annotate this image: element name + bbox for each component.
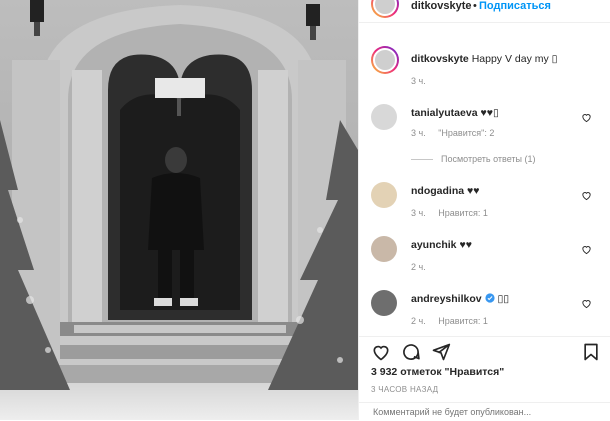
likes-count[interactable]: 3 932 отметок "Нравится" [371, 366, 504, 378]
add-comment-bar [359, 402, 610, 421]
post-header: ditkovskyte • Подписаться [359, 0, 610, 23]
heart-icon[interactable] [581, 190, 592, 201]
post-photo[interactable] [0, 0, 358, 420]
comment-avatar[interactable] [371, 236, 397, 262]
comment-text: ♥♥ [459, 239, 472, 251]
comment-time[interactable]: 2 ч. [411, 262, 426, 272]
posted-time[interactable]: 3 ЧАСОВ НАЗАД [371, 385, 438, 394]
separator-dot: • [473, 0, 477, 12]
comment-text: ♥♥▯ [480, 107, 499, 119]
like-icon[interactable] [371, 342, 391, 362]
view-replies-label: Посмотреть ответы (1) [441, 154, 536, 164]
author-username[interactable]: ditkovskyte [411, 0, 472, 12]
comment-icon[interactable] [401, 342, 421, 362]
comment-text: ▯▯ [497, 293, 510, 305]
comment-text: ♥♥ [467, 185, 480, 197]
heart-icon[interactable] [581, 244, 592, 255]
caption-time[interactable]: 3 ч. [411, 76, 426, 86]
save-icon[interactable] [581, 342, 601, 362]
post-sidebar: ditkovskyte • Подписаться ditkovskyte Ha… [358, 0, 610, 420]
comment-username[interactable]: andreyshilkov [411, 293, 482, 305]
comment-likes[interactable]: Нравится: 1 [438, 316, 488, 326]
comment-avatar[interactable] [371, 104, 397, 130]
caption-username[interactable]: ditkovskyte [411, 53, 469, 65]
comment-username[interactable]: tanialyutaeva [411, 107, 478, 119]
author-avatar[interactable] [371, 0, 399, 18]
comment-time[interactable]: 2 ч. [411, 316, 426, 326]
comment-likes[interactable]: "Нравится": 2 [438, 128, 494, 138]
church-door-photo [0, 0, 358, 420]
caption-text: Happy V day my ▯ [471, 53, 558, 65]
view-replies[interactable]: Посмотреть ответы (1) [411, 154, 536, 164]
comment-time[interactable]: 3 ч. [411, 208, 426, 218]
follow-button[interactable]: Подписаться [479, 0, 551, 12]
replies-divider [411, 159, 433, 161]
comment-avatar[interactable] [371, 182, 397, 208]
comment-avatar[interactable] [371, 290, 397, 316]
comment-username[interactable]: ayunchik [411, 239, 457, 251]
heart-icon[interactable] [581, 298, 592, 309]
action-bar [359, 336, 610, 367]
comment-username[interactable]: ndogadina [411, 185, 464, 197]
heart-icon[interactable] [581, 112, 592, 123]
add-comment-input[interactable] [371, 406, 603, 418]
comment-likes[interactable]: Нравится: 1 [438, 208, 488, 218]
share-icon[interactable] [431, 342, 451, 362]
verified-icon [484, 293, 495, 303]
comment-time[interactable]: 3 ч. [411, 128, 426, 138]
caption-avatar[interactable] [371, 46, 399, 74]
